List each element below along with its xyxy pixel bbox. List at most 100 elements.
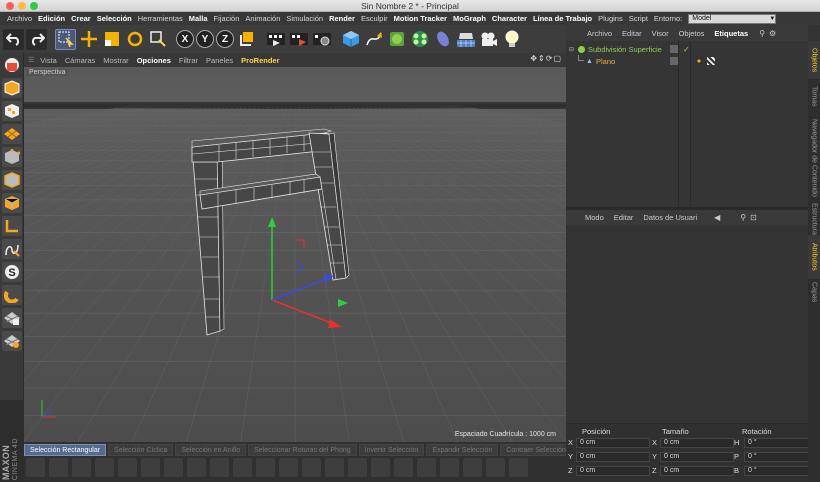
edit-render-settings-icon[interactable] xyxy=(311,29,332,50)
edges-mode-icon[interactable] xyxy=(2,170,22,190)
lock-icon[interactable]: ⊡ xyxy=(750,213,757,222)
modeling-tool-icon[interactable] xyxy=(486,458,505,477)
rotate-icon[interactable] xyxy=(124,29,145,50)
workplane-mode-icon[interactable] xyxy=(2,124,22,144)
object-menu-objetos[interactable]: Objetos xyxy=(674,29,710,38)
selection-mode-button[interactable]: Selección en Anillo xyxy=(175,444,247,456)
attribute-menu-item[interactable]: Editar xyxy=(609,213,639,222)
attribute-menu-item[interactable]: Datos de Usuari xyxy=(638,213,702,222)
zoom-window-icon[interactable] xyxy=(30,2,38,10)
menu-simulación[interactable]: Simulación xyxy=(283,14,326,23)
rot-field[interactable]: 0 ° xyxy=(744,438,818,448)
modeling-tool-icon[interactable] xyxy=(417,458,436,477)
modeling-tool-icon[interactable] xyxy=(440,458,459,477)
scale-icon[interactable] xyxy=(101,29,122,50)
snap-icon[interactable]: S xyxy=(2,262,22,282)
viewport-navigation-icons[interactable]: ✥⇕⟳▢ xyxy=(530,54,562,63)
perspective-viewport[interactable]: Perspectiva Espaciado Cuadrícula : 1000 … xyxy=(24,67,566,442)
live-selection-icon[interactable] xyxy=(55,28,76,50)
modeling-tool-icon[interactable] xyxy=(371,458,390,477)
menu-línea-de-trabajo[interactable]: Línea de Trabajo xyxy=(530,14,595,23)
array-icon[interactable] xyxy=(409,29,430,50)
menu-motion-tracker[interactable]: Motion Tracker xyxy=(391,14,450,23)
recent-tools-icon[interactable] xyxy=(147,29,168,50)
object-menu-visor[interactable]: Visor xyxy=(647,29,674,38)
modeling-tool-icon[interactable] xyxy=(187,458,206,477)
pos-field[interactable]: 0 cm xyxy=(576,466,650,476)
rot-field[interactable]: 0 ° xyxy=(744,466,818,476)
modeling-tool-icon[interactable] xyxy=(463,458,482,477)
search-icon[interactable]: ⚲ xyxy=(759,29,765,38)
undo-icon[interactable] xyxy=(3,28,24,50)
floor-icon[interactable] xyxy=(455,29,476,50)
side-tab-capas[interactable]: Capas xyxy=(808,281,820,303)
menu-crear[interactable]: Crear xyxy=(68,14,94,23)
modeling-tool-icon[interactable] xyxy=(256,458,275,477)
model-mode-icon[interactable] xyxy=(2,78,22,98)
modeling-tool-icon[interactable] xyxy=(72,458,91,477)
object-row-subdivision[interactable]: ⊟ Subdivisión Superficie ✓ xyxy=(566,43,808,55)
side-tab-objetos[interactable]: Objetos xyxy=(808,41,820,79)
modeling-tool-icon[interactable] xyxy=(348,458,367,477)
filter-icon[interactable]: ⚙ xyxy=(769,29,776,38)
environment-dropdown[interactable]: Model ▼ xyxy=(688,13,777,24)
modeling-tool-icon[interactable] xyxy=(164,458,183,477)
uvw-tag-icon[interactable] xyxy=(707,57,715,65)
camera-icon[interactable] xyxy=(478,29,499,50)
modeling-tool-icon[interactable] xyxy=(26,458,45,477)
modeling-tool-icon[interactable] xyxy=(509,458,528,477)
modeling-tool-icon[interactable] xyxy=(49,458,68,477)
modeling-tool-icon[interactable] xyxy=(279,458,298,477)
selection-mode-button[interactable]: Selección Rectangular xyxy=(24,444,107,456)
menu-selección[interactable]: Selección xyxy=(94,14,135,23)
side-tab-estructura[interactable]: Estructura xyxy=(808,203,820,235)
texture-mode-icon[interactable] xyxy=(2,101,22,121)
side-tab-atributos[interactable]: Atributos xyxy=(808,235,820,279)
menu-mograph[interactable]: MoGraph xyxy=(450,14,489,23)
coordinate-system-icon[interactable] xyxy=(236,29,257,50)
render-view-icon[interactable] xyxy=(265,29,286,50)
visibility-toggle-icon[interactable] xyxy=(670,57,678,65)
redo-icon[interactable] xyxy=(26,28,47,50)
menu-script[interactable]: Script xyxy=(626,14,651,23)
z-axis-icon[interactable]: Z xyxy=(216,30,234,48)
side-tab-tomas[interactable]: Tomas xyxy=(808,81,820,111)
menu-render[interactable]: Render xyxy=(326,14,358,23)
make-editable-icon[interactable] xyxy=(2,55,22,75)
light-icon[interactable] xyxy=(501,29,522,50)
object-row-plano[interactable]: ▲ Plano xyxy=(566,55,808,67)
viewport-menu-cámaras[interactable]: Cámaras xyxy=(61,56,99,65)
visibility-toggle-icon[interactable] xyxy=(670,45,678,53)
magnet-icon[interactable] xyxy=(2,285,22,305)
object-menu-etiquetas[interactable]: Etiquetas xyxy=(709,29,753,38)
lock-workplane-icon[interactable] xyxy=(2,308,22,328)
y-axis-icon[interactable]: Y xyxy=(196,30,214,48)
viewport-menu-mostrar[interactable]: Mostrar xyxy=(99,56,132,65)
pen-spline-icon[interactable] xyxy=(363,29,384,50)
viewport-menu-opciones[interactable]: Opciones xyxy=(133,56,175,65)
selection-mode-button[interactable]: Invertir Selección xyxy=(358,444,425,456)
viewport-menu-filtrar[interactable]: Filtrar xyxy=(175,56,202,65)
object-menu-editar[interactable]: Editar xyxy=(617,29,647,38)
rot-field[interactable]: 0 ° xyxy=(744,452,818,462)
minimize-window-icon[interactable] xyxy=(18,2,26,10)
menu-character[interactable]: Character xyxy=(489,14,530,23)
axis-mode-icon[interactable] xyxy=(2,216,22,236)
modeling-tool-icon[interactable] xyxy=(95,458,114,477)
selection-mode-button[interactable]: Seleccionar Roturas del Phong xyxy=(248,444,357,456)
attribute-menu-item[interactable]: Modo xyxy=(580,213,609,222)
points-mode-icon[interactable] xyxy=(2,147,22,167)
modeling-tool-icon[interactable] xyxy=(118,458,137,477)
polygons-mode-icon[interactable] xyxy=(2,193,22,213)
modeling-tool-icon[interactable] xyxy=(302,458,321,477)
menu-edición[interactable]: Edición xyxy=(35,14,68,23)
close-window-icon[interactable] xyxy=(6,2,14,10)
menu-esculpir[interactable]: Esculpir xyxy=(358,14,391,23)
size-field[interactable]: 0 cm xyxy=(660,452,734,462)
render-picture-viewer-icon[interactable] xyxy=(288,29,309,50)
modeling-tool-icon[interactable] xyxy=(394,458,413,477)
size-field[interactable]: 0 cm xyxy=(660,438,734,448)
menu-herramientas[interactable]: Herramientas xyxy=(135,14,186,23)
side-tab-navegador-de-contenido[interactable]: Navegador de Contenido xyxy=(808,113,820,203)
subdivision-surface-icon[interactable] xyxy=(386,29,407,50)
